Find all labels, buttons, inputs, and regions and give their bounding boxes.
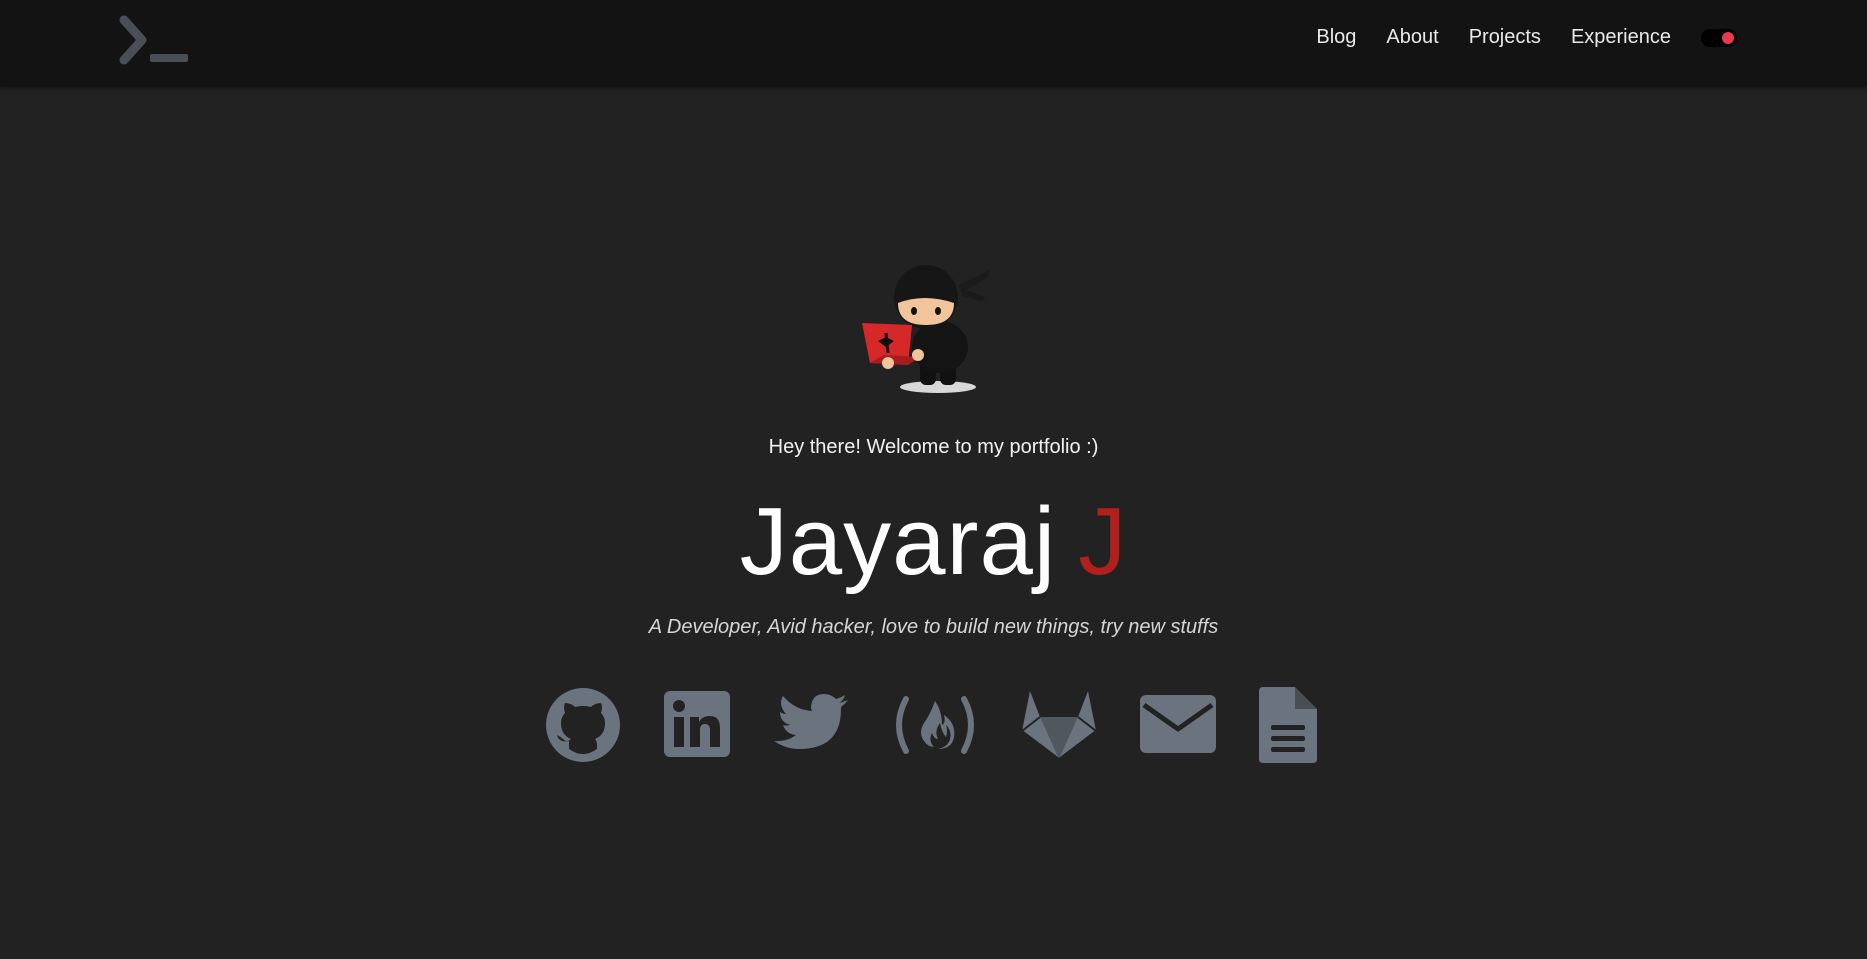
resume-document-icon[interactable] (1259, 687, 1317, 763)
email-icon[interactable] (1140, 695, 1216, 753)
terminal-prompt-icon[interactable] (114, 14, 192, 66)
name-accent: J (1078, 488, 1128, 595)
nav-link-about[interactable]: About (1386, 26, 1438, 49)
greeting-text: Hey there! Welcome to my portfolio :) (768, 436, 1099, 458)
theme-toggle[interactable] (1701, 28, 1737, 47)
nav-links: Blog About Projects Experience (1286, 26, 1737, 49)
tagline: A Developer, Avid hacker, love to build … (648, 616, 1219, 638)
freecodecamp-icon[interactable] (890, 695, 980, 755)
name-first: Jayaraj (739, 488, 1057, 595)
hero-name: Jayaraj J (0, 487, 1867, 597)
linkedin-icon[interactable] (664, 691, 730, 757)
gitlab-icon[interactable] (1020, 689, 1098, 761)
nav-link-blog[interactable]: Blog (1316, 26, 1356, 49)
github-icon[interactable] (545, 687, 621, 763)
nav-link-projects[interactable]: Projects (1469, 26, 1541, 49)
navbar: Blog About Projects Experience (0, 0, 1867, 87)
social-links (0, 685, 1867, 765)
toggle-knob (1722, 31, 1734, 44)
ninja-with-laptop-illustration (862, 265, 990, 393)
twitter-icon[interactable] (772, 693, 848, 755)
nav-link-experience[interactable]: Experience (1571, 26, 1671, 49)
